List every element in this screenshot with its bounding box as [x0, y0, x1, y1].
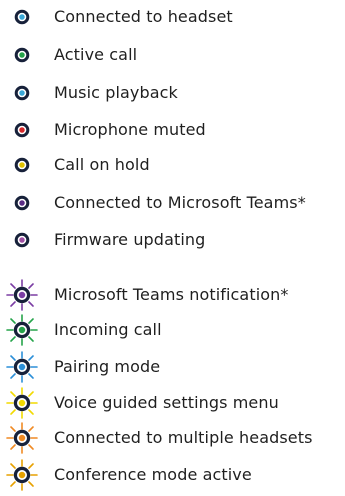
steady-light-icon — [14, 157, 30, 173]
steady-light-icon — [5, 38, 39, 72]
legend-item: Incoming call — [0, 313, 345, 347]
legend-item: Voice guided settings menu — [0, 386, 345, 420]
flashing-light-icon — [6, 279, 38, 311]
legend-label: Connected to Microsoft Teams* — [54, 193, 306, 212]
flashing-light-icon — [6, 422, 38, 454]
legend-item: Microphone muted — [0, 116, 345, 144]
steady-light-icon — [5, 223, 39, 257]
legend-item: Connected to Microsoft Teams* — [0, 189, 345, 217]
legend-label: Connected to multiple headsets — [54, 428, 313, 447]
flashing-light-icon — [5, 313, 39, 347]
legend-item: Pairing mode — [0, 350, 345, 384]
legend-item: Music playback — [0, 79, 345, 107]
flashing-light-icon — [5, 350, 39, 384]
legend-item: Active call — [0, 41, 345, 69]
steady-light-icon — [14, 47, 30, 63]
legend-label: Firmware updating — [54, 230, 206, 249]
steady-light-icon — [5, 0, 39, 34]
led-status-legend: Connected to headset Active call Music p… — [0, 0, 345, 491]
legend-label: Call on hold — [54, 155, 150, 174]
legend-label: Microphone muted — [54, 120, 206, 139]
flashing-light-icon — [5, 386, 39, 420]
steady-light-icon — [5, 113, 39, 147]
steady-light-icon — [14, 122, 30, 138]
legend-item: Connected to headset — [0, 3, 345, 31]
legend-item: Firmware updating — [0, 226, 345, 254]
legend-label: Incoming call — [54, 320, 162, 339]
steady-light-icon — [5, 76, 39, 110]
steady-light-icon — [14, 232, 30, 248]
flashing-light-icon — [5, 278, 39, 312]
legend-label: Microsoft Teams notification* — [54, 285, 289, 304]
legend-label: Connected to headset — [54, 7, 233, 26]
legend-item: Microsoft Teams notification* — [0, 278, 345, 312]
legend-label: Voice guided settings menu — [54, 393, 279, 412]
legend-item: Call on hold — [0, 151, 345, 179]
steady-light-icon — [5, 186, 39, 220]
flashing-light-icon — [6, 387, 38, 419]
flashing-light-icon — [5, 421, 39, 455]
legend-item: Conference mode active — [0, 458, 345, 492]
steady-light-icon — [5, 148, 39, 182]
legend-label: Conference mode active — [54, 465, 252, 484]
flashing-light-icon — [6, 459, 38, 491]
flashing-light-icon — [5, 458, 39, 492]
legend-label: Pairing mode — [54, 357, 161, 376]
steady-light-icon — [14, 195, 30, 211]
flashing-light-icon — [6, 314, 38, 346]
steady-light-icon — [14, 9, 30, 25]
flashing-light-icon — [6, 351, 38, 383]
legend-item: Connected to multiple headsets — [0, 421, 345, 455]
legend-label: Music playback — [54, 83, 178, 102]
steady-light-icon — [14, 85, 30, 101]
legend-label: Active call — [54, 45, 138, 64]
